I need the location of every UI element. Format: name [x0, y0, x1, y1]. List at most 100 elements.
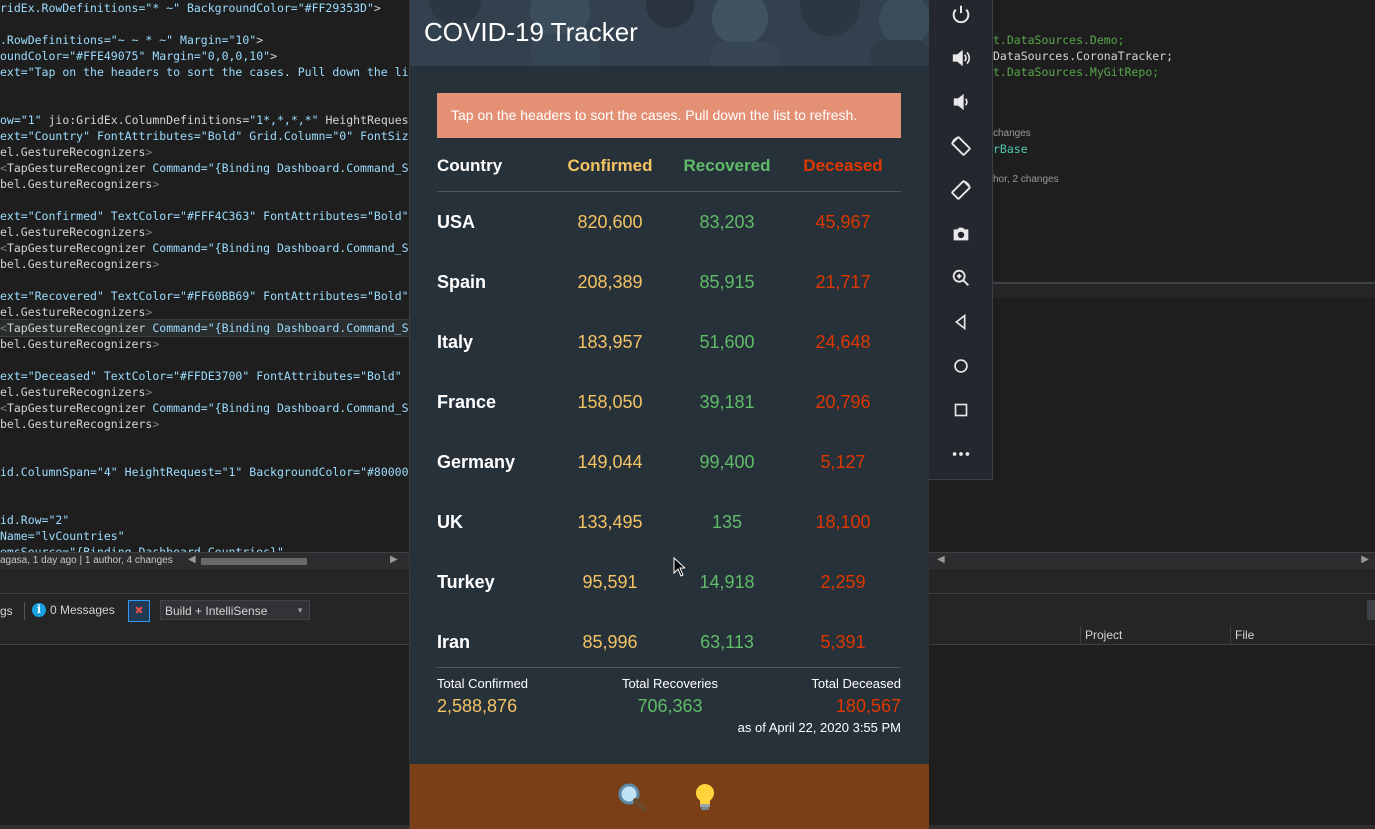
- code-token: "#FFF4C363": [180, 209, 257, 223]
- code-token: "Bold": [367, 289, 409, 303]
- column-divider[interactable]: [1230, 626, 1231, 644]
- scroll-left-arrow-icon[interactable]: ◀: [188, 554, 196, 565]
- code-token: "1*,*,*,*": [249, 113, 319, 127]
- volume-down-icon[interactable]: [945, 86, 977, 118]
- code-token: "#FF60BB69": [180, 289, 257, 303]
- code-token: emsSource=: [0, 545, 70, 552]
- cell-deceased: 21,717: [815, 272, 871, 292]
- table-row[interactable]: USA 820,600 83,203 45,967: [410, 208, 929, 238]
- table-row[interactable]: Germany 149,044 99,400 5,127: [410, 448, 929, 478]
- header-deceased[interactable]: Deceased: [783, 156, 903, 176]
- column-header-file[interactable]: File: [1235, 628, 1254, 642]
- more-icon[interactable]: [945, 438, 977, 470]
- code-token: >: [270, 49, 277, 63]
- code-token: ridEx.RowDefinitions=: [0, 1, 146, 15]
- code-token: >: [152, 177, 160, 191]
- cell-country: UK: [437, 512, 463, 532]
- camera-icon[interactable]: [945, 218, 977, 250]
- code-token: "4": [96, 465, 118, 479]
- cell-country: Spain: [437, 272, 487, 292]
- cell-confirmed: 208,389: [577, 272, 643, 292]
- scroll-right-arrow-icon[interactable]: ▶: [390, 554, 398, 565]
- code-token: >: [152, 337, 160, 351]
- cell-deceased: 5,127: [820, 452, 866, 472]
- table-row[interactable]: UK 133,495 135 18,100: [410, 508, 929, 538]
- code-token: .RowDefinitions=: [0, 33, 111, 47]
- code-line: ext="Deceased" TextColor="#FFDE3700" Fon…: [0, 368, 402, 384]
- code-token: "0": [332, 129, 354, 143]
- table-row[interactable]: Iran 85,996 63,113 5,391: [410, 628, 929, 658]
- cell-deceased: 24,648: [815, 332, 871, 352]
- scroll-right-arrow-icon[interactable]: ▶: [1361, 554, 1369, 565]
- code-token: bel.GestureRecognizers: [0, 177, 153, 191]
- header-recovered[interactable]: Recovered: [667, 156, 787, 176]
- code-line: ext="Tap on the headers to sort the case…: [0, 64, 409, 80]
- code-editor-right-lower[interactable]: [993, 298, 1375, 552]
- code-token: FontSiz: [353, 129, 409, 143]
- codelens-info[interactable]: changes: [993, 126, 1031, 142]
- code-token: TextColor=: [96, 369, 174, 383]
- editor-horizontal-scrollbar[interactable]: agasa, 1 day ago | 1 author, 4 changes ◀…: [0, 552, 410, 570]
- search-box-edge[interactable]: [1367, 600, 1375, 620]
- cell-deceased: 18,100: [815, 512, 871, 532]
- total-recoveries-value: 706,363: [637, 696, 703, 716]
- volume-up-icon[interactable]: [945, 42, 977, 74]
- code-line: oundColor="#FFE49075" Margin="0,0,0,10">: [0, 48, 277, 64]
- editor-horizontal-scrollbar-right[interactable]: ◀ ▶: [929, 552, 1375, 570]
- scroll-left-arrow-icon[interactable]: ◀: [937, 554, 945, 565]
- code-token: Command=: [145, 161, 208, 175]
- table-row[interactable]: France 158,050 39,181 20,796: [410, 388, 929, 418]
- code-token: "1": [221, 465, 243, 479]
- code-text: t.DataSources.Demo;: [993, 33, 1125, 47]
- warnings-filter-label[interactable]: gs: [0, 604, 13, 618]
- toolbar-separator: [24, 602, 25, 620]
- code-line: ow="1" jio:GridEx.ColumnDefinitions="1*,…: [0, 112, 409, 128]
- total-confirmed-label: Total Confirmed: [437, 676, 529, 691]
- code-token: el.GestureRecognizers: [0, 145, 146, 159]
- column-header-project[interactable]: Project: [1085, 628, 1122, 642]
- table-row[interactable]: Spain 208,389 85,915 21,717: [410, 268, 929, 298]
- filter-toggle-icon[interactable]: ✖: [128, 600, 150, 622]
- codelens-info[interactable]: hor, 2 changes: [993, 172, 1059, 188]
- rotate-right-icon[interactable]: [945, 174, 977, 206]
- overview-icon[interactable]: [945, 394, 977, 426]
- build-scope-dropdown[interactable]: Build + IntelliSense ▼: [160, 600, 310, 620]
- code-token: ext=: [0, 369, 28, 383]
- code-token: "{Binding Dashboard.Countries}": [69, 545, 284, 552]
- messages-filter-button[interactable]: i 0 Messages: [32, 603, 115, 617]
- total-deceased-label: Total Deceased: [811, 676, 901, 691]
- cell-confirmed: 183,957: [577, 332, 643, 352]
- cell-confirmed: 149,044: [577, 452, 643, 472]
- cell-recovered: 51,600: [699, 332, 755, 352]
- power-icon[interactable]: [945, 0, 977, 30]
- header-country[interactable]: Country: [437, 156, 502, 176]
- table-row[interactable]: Italy 183,957 51,600 24,648: [410, 328, 929, 358]
- column-divider[interactable]: [1080, 626, 1081, 644]
- cell-country: USA: [437, 212, 476, 232]
- back-icon[interactable]: [945, 306, 977, 338]
- code-line: ridEx.RowDefinitions="* ~" BackgroundCol…: [0, 0, 381, 16]
- code-token: "Recovered": [27, 289, 104, 303]
- code-editor-left[interactable]: ridEx.RowDefinitions="* ~" BackgroundCol…: [0, 0, 410, 552]
- table-row[interactable]: Turkey 95,591 14,918 2,259: [410, 568, 929, 598]
- code-token: bel.GestureRecognizers: [0, 337, 153, 351]
- code-token: "#FFE49075": [69, 49, 146, 63]
- zoom-icon[interactable]: [945, 262, 977, 294]
- cell-recovered: 135: [711, 512, 743, 532]
- code-line: bel.GestureRecognizers>: [0, 256, 159, 272]
- code-token: "lvCountries": [34, 529, 125, 543]
- search-icon[interactable]: [614, 779, 650, 815]
- home-icon[interactable]: [945, 350, 977, 382]
- code-editor-right[interactable]: t.DataSources.Demo; DataSources.CoronaTr…: [993, 0, 1375, 282]
- lightbulb-icon[interactable]: [687, 779, 723, 815]
- code-token: FontAttributes=: [256, 209, 367, 223]
- scrollbar-thumb[interactable]: [201, 558, 307, 565]
- emulator-toolbar: [929, 0, 993, 480]
- total-recoveries-label: Total Recoveries: [621, 676, 719, 691]
- code-token: ext=: [0, 129, 28, 143]
- code-line: el.GestureRecognizers>: [0, 304, 152, 320]
- rotate-left-icon[interactable]: [945, 130, 977, 162]
- header-confirmed[interactable]: Confirmed: [550, 156, 670, 176]
- code-line: el.GestureRecognizers>: [0, 144, 152, 160]
- code-token: "#80000: [360, 465, 409, 479]
